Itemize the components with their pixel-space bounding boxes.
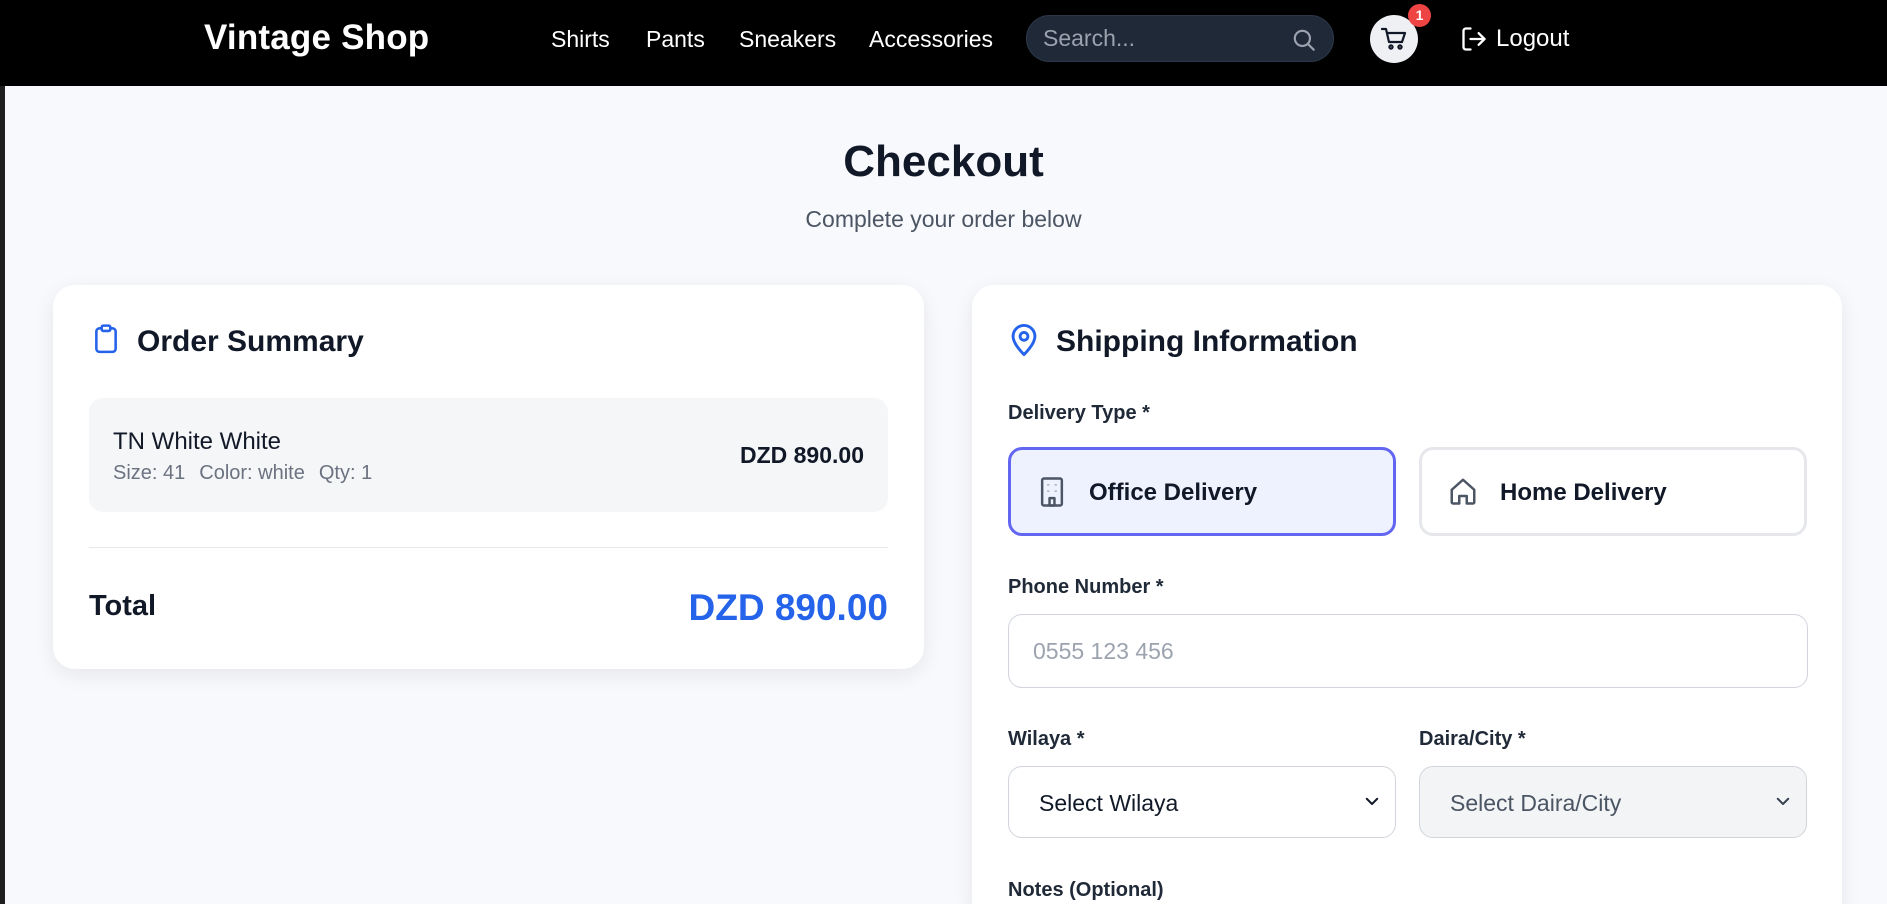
item-size: Size: 41 [113,462,186,484]
home-delivery-label: Home Delivery [1500,479,1667,506]
shipping-title: Shipping Information [1056,325,1358,358]
item-name: TN White White [113,428,282,455]
nav-link-shirts[interactable]: Shirts [551,26,610,53]
item-color: Color: white [199,462,305,484]
order-summary-card: Order Summary TN White White Size: 41 Co… [53,285,924,669]
nav-link-pants[interactable]: Pants [646,26,705,53]
order-summary-title: Order Summary [137,325,364,358]
phone-label: Phone Number * [1008,576,1164,598]
chevron-down-icon [1776,797,1790,805]
item-meta: Size: 41 Color: white Qty: 1 [113,462,372,485]
home-icon [1450,478,1476,505]
daira-label: Daira/City * [1419,728,1526,750]
daira-select[interactable]: Select Daira/City [1419,766,1807,838]
delivery-type-label: Delivery Type * [1008,402,1150,424]
wilaya-select-value: Select Wilaya [1039,790,1179,816]
search-input[interactable] [1043,16,1283,61]
total-label: Total [89,590,157,622]
building-icon [1040,477,1064,507]
logout-label: Logout [1496,25,1570,52]
item-qty: Qty: 1 [318,462,373,484]
window-edge [0,0,5,904]
brand-logo[interactable]: Vintage Shop [204,18,429,58]
map-pin-icon [1011,324,1037,357]
order-item: TN White White Size: 41 Color: white Qty… [89,398,888,512]
home-delivery-option[interactable]: Home Delivery [1419,447,1807,536]
search-icon[interactable] [1291,27,1317,53]
item-price: DZD 890.00 [739,442,864,468]
wilaya-label: Wilaya * [1008,728,1085,750]
chevron-down-icon [1365,797,1379,805]
nav-link-sneakers[interactable]: Sneakers [739,26,836,53]
office-delivery-label: Office Delivery [1089,479,1258,506]
logout-icon [1462,27,1486,51]
clipboard-icon [95,324,117,354]
total-value: DZD 890.00 [688,587,889,628]
office-delivery-option[interactable]: Office Delivery [1008,447,1396,536]
phone-input[interactable] [1008,614,1808,688]
nav-link-accessories[interactable]: Accessories [869,26,993,53]
cart-icon [1381,27,1407,50]
page-title: Checkout [843,137,1044,186]
daira-select-value: Select Daira/City [1450,790,1622,816]
page-subtitle: Complete your order below [805,206,1082,232]
summary-divider [89,547,888,548]
top-navbar: Vintage Shop Shirts Pants Sneakers Acces… [0,0,1887,86]
notes-label: Notes (Optional) [1008,879,1164,901]
logout-button[interactable]: Logout [1460,22,1569,56]
shipping-info-card: Shipping Information Delivery Type * Off… [972,285,1842,904]
cart-count-badge: 1 [1408,4,1431,27]
wilaya-select[interactable]: Select Wilaya [1008,766,1396,838]
search-bar [1026,15,1334,62]
